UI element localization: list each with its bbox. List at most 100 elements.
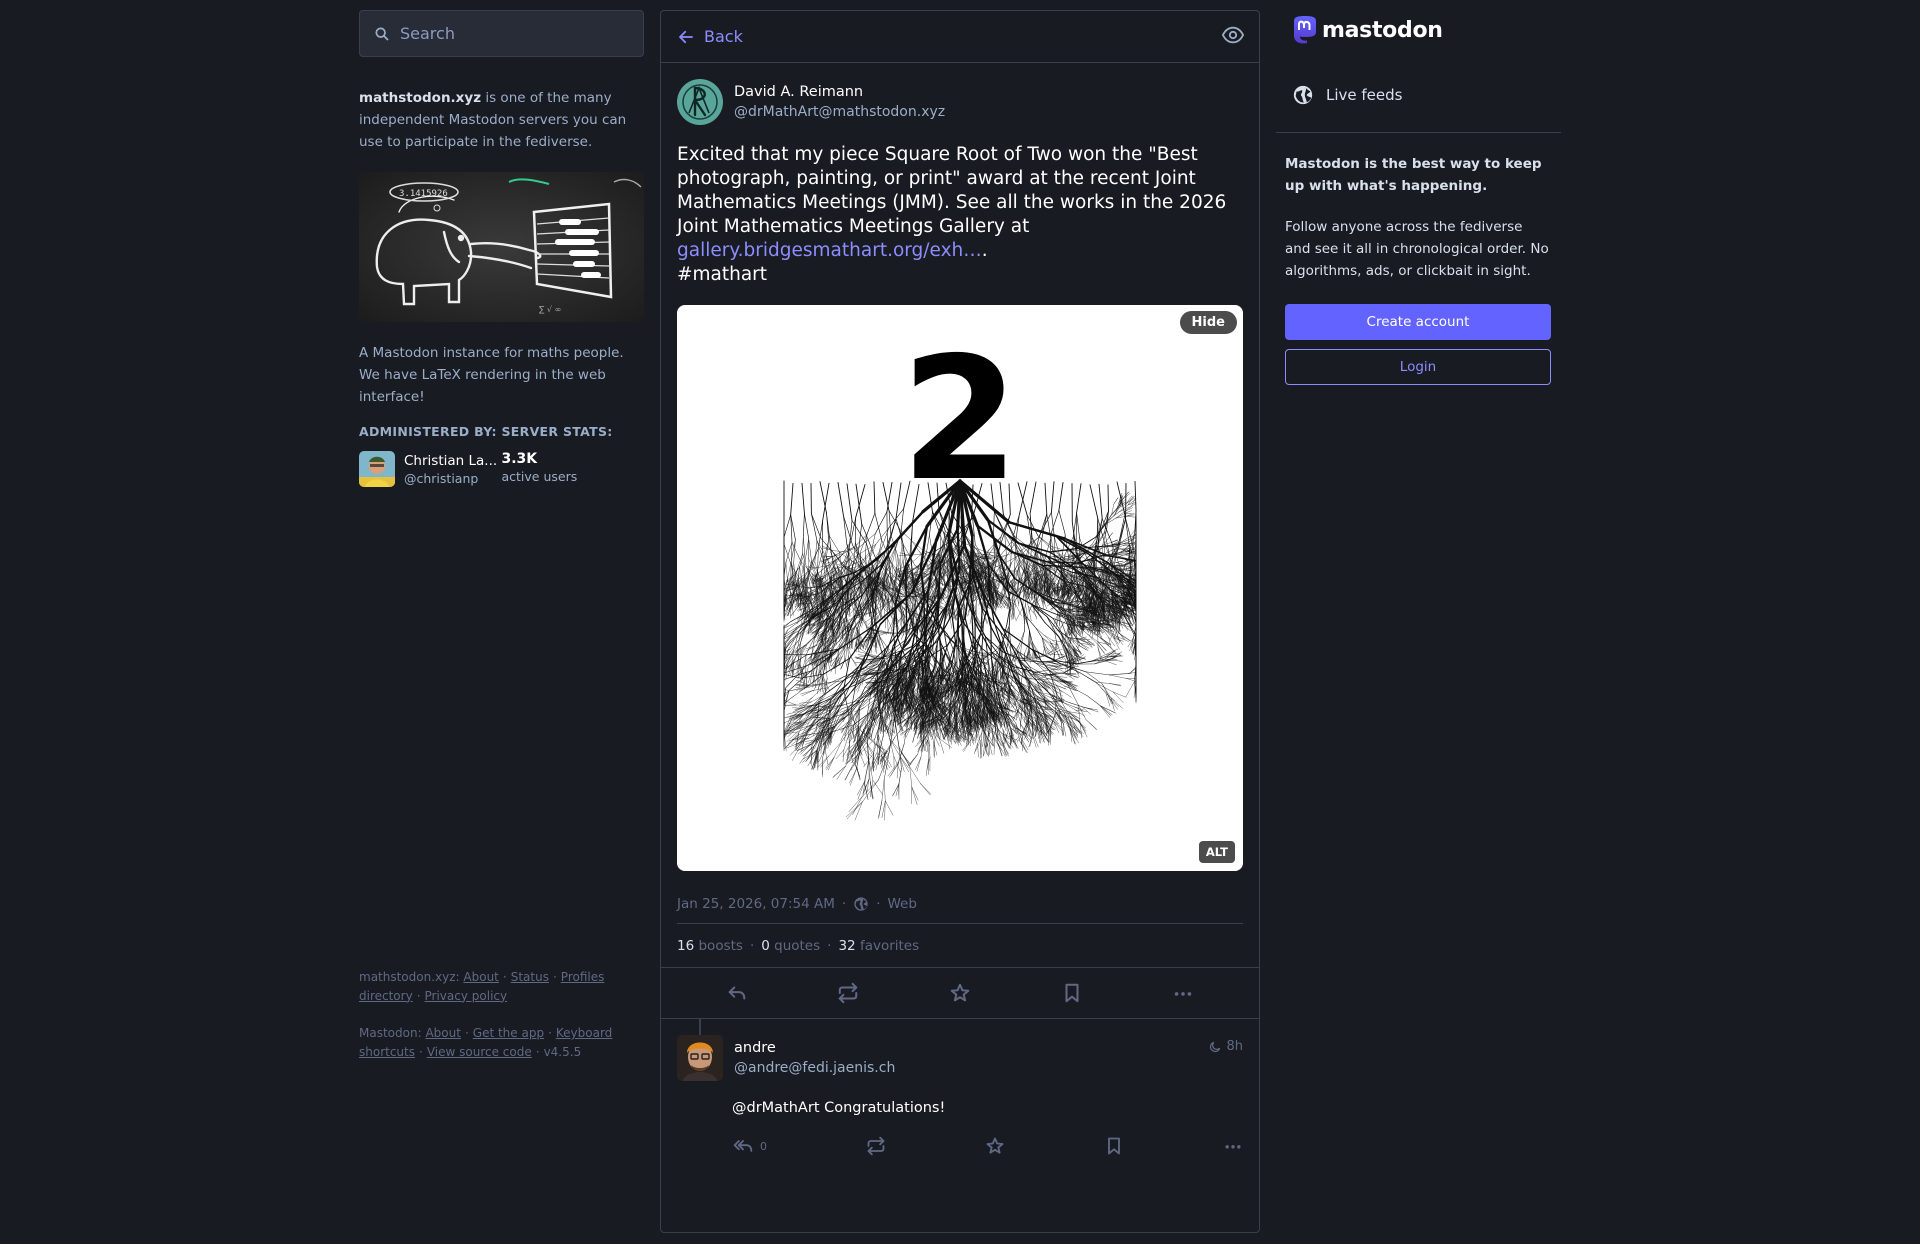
boost-icon [867,1136,885,1156]
author-avatar [677,79,723,125]
quotes-label: quotes [774,938,821,954]
reply-button[interactable] [726,982,748,1004]
author-display-name: David A. Reimann [734,84,864,100]
admin-avatar [359,451,395,487]
server-hero-image: 3.1415926 ∑ √ ∞ [359,172,644,322]
hashtag-mathart[interactable]: #mathart [677,264,767,285]
reply-more-button[interactable] [1223,1136,1243,1156]
reply-account[interactable]: andre @andre@fedi.jaenis.ch 8h [677,1035,1243,1081]
back-label: Back [704,27,743,46]
footer-server-links: mathstodon.xyz: About · Status · Profiles di… [359,970,605,1003]
status-column: Back David A. Reimann @drMathArt@mathsto… [660,10,1260,1233]
reply-all-button[interactable]: 0 [732,1136,767,1156]
footer-about-link[interactable]: About [463,970,498,984]
reply-icon [728,986,746,1000]
reply-handle: @andre@fedi.jaenis.ch [734,1060,896,1076]
column-header: Back [661,11,1259,63]
reply-time-label: 8h [1226,1039,1243,1054]
more-icon [1174,992,1192,996]
boosts-link[interactable]: 16 boosts [677,938,743,954]
reply-count: 0 [760,1139,767,1153]
reply-avatar [677,1035,723,1081]
reply-bookmark-button[interactable] [1104,1136,1124,1156]
nav-live-feeds[interactable]: Live feeds [1276,75,1561,115]
thread-line [699,1019,701,1035]
status-content: Excited that my piece Square Root of Two… [677,143,1243,287]
server-stats-title: SERVER STATS: [501,424,613,439]
footer-server-prefix: mathstodon.xyz: [359,970,460,984]
author-handle: @drMathArt@mathstodon.xyz [734,104,946,120]
footer-mastodon-prefix: Mastodon: [359,1026,422,1040]
admin-handle: @christianp [404,470,479,486]
login-button[interactable]: Login [1285,349,1551,385]
footer-links: mathstodon.xyz: About · Status · Profiles di… [359,968,644,1061]
eye-icon[interactable] [1221,24,1245,50]
footer-privacy-policy-link[interactable]: Privacy policy [425,989,508,1003]
reply-all-icon [733,1140,753,1152]
footer-source-code-link[interactable]: View source code [427,1045,532,1059]
server-intro: mathstodon.xyz is one of the many indepe… [359,87,644,153]
status-account[interactable]: David A. Reimann @drMathArt@mathstodon.x… [677,79,1243,125]
back-button[interactable]: Back [677,27,743,46]
square-root-of-two-artwork: 2 [783,321,1137,821]
bookmark-button[interactable] [1061,982,1083,1004]
mastodon-logo-icon [1294,16,1316,44]
media-attachment[interactable]: 2 Hide ALT [677,305,1243,871]
more-icon [1225,1145,1241,1149]
status-timestamp[interactable]: Jan 25, 2026, 07:54 AM [677,896,835,912]
boosts-count: 16 [677,938,695,954]
status-meta: Jan 25, 2026, 07:54 AM · · Web [677,896,1243,924]
favorite-button[interactable] [949,982,971,1004]
favorites-count: 32 [838,938,856,954]
status-text: Excited that my piece Square Root of Two… [677,144,1227,237]
footer-version: v4.5.5 [543,1044,582,1059]
svg-text:3.1415926: 3.1415926 [399,189,448,199]
alt-text-badge[interactable]: ALT [1198,841,1235,863]
reply-time[interactable]: 8h [1208,1039,1243,1054]
reply-status[interactable]: andre @andre@fedi.jaenis.ch 8h @drMathAr… [661,1019,1259,1156]
reply-favorite-button[interactable] [985,1136,1005,1156]
server-description: A Mastodon instance for maths people. We… [359,345,624,405]
globe-icon [1293,85,1313,105]
active-users-label: active users [501,469,578,484]
footer-status-link[interactable]: Status [511,970,549,984]
reply-boost-button[interactable] [866,1136,886,1156]
detailed-status: David A. Reimann @drMathArt@mathstodon.x… [661,63,1259,1019]
search-box[interactable] [359,10,644,57]
create-account-button[interactable]: Create account [1285,304,1551,340]
favorites-label: favorites [859,938,920,954]
signup-promo: Mastodon is the best way to keep up with… [1276,153,1561,385]
quotes-link[interactable]: 0 quotes [761,938,820,954]
gallery-link[interactable]: gallery.bridgesmathart.org/exh… [677,240,982,261]
active-users-count: 3.3K [501,451,538,467]
hide-media-button[interactable]: Hide [1179,311,1237,334]
meta-separator: · [876,896,881,912]
favorites-link[interactable]: 32 favorites [838,938,919,954]
bookmark-icon [1065,983,1079,1003]
arrow-left-icon [679,30,693,43]
counts-separator: · [827,938,832,954]
admin-account[interactable]: Christian La... @christianp [359,451,502,487]
svg-text:∑ √ ∞: ∑ √ ∞ [539,305,561,314]
boosts-label: boosts [698,938,743,954]
reply-display-name: andre [734,1040,776,1056]
moon-icon [1210,1041,1221,1052]
more-button[interactable] [1172,982,1194,1004]
counts-separator: · [749,938,755,954]
meta-separator: · [841,896,847,912]
boost-icon [839,982,858,1004]
signup-heading: Mastodon is the best way to keep up with… [1285,156,1542,194]
admin-name: Christian La... [404,452,498,469]
globe-icon [854,897,868,911]
boost-button[interactable] [837,982,859,1004]
reply-action-bar: 0 [732,1136,1243,1156]
footer-get-app-link[interactable]: Get the app [473,1026,544,1040]
footer-mastodon-about-link[interactable]: About [425,1026,460,1040]
mastodon-wordmark: mastodon [1322,17,1443,43]
search-input[interactable] [400,24,620,43]
signup-body: Follow anyone across the fediverse and s… [1285,219,1549,279]
mastodon-logo[interactable]: mastodon [1290,10,1561,50]
server-domain: mathstodon.xyz [359,90,482,106]
reply-content: @drMathArt Congratulations! [732,1100,946,1116]
status-app: Web [887,896,917,912]
